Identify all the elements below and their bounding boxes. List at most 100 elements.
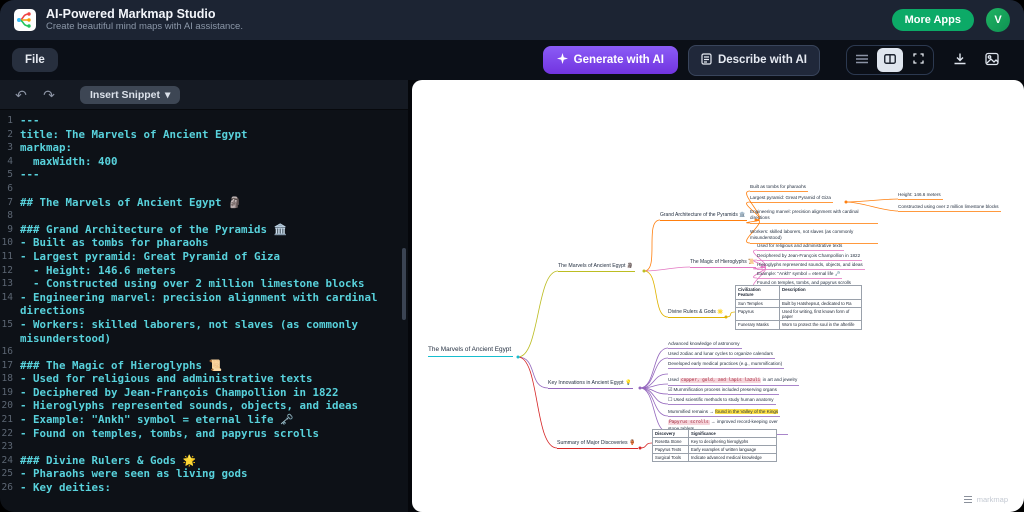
mindmap-node-divine[interactable]: Divine Rulers & Gods 🌟 — [668, 309, 725, 318]
line-text[interactable]: - Height: 146.6 meters — [20, 264, 408, 278]
table-cell: Rosetta Stone — [653, 438, 689, 446]
code-line[interactable]: 20- Hieroglyphs represented sounds, obje… — [0, 399, 408, 413]
code-line[interactable]: 17### The Magic of Hieroglyphs 📜 — [0, 359, 408, 373]
avatar[interactable]: V — [986, 8, 1010, 32]
download-icon — [953, 52, 967, 69]
code-line[interactable]: 24### Divine Rulers & Gods 🌟 — [0, 454, 408, 468]
line-number: 3 — [0, 141, 20, 155]
code-line[interactable]: 11- Largest pyramid: Great Pyramid of Gi… — [0, 250, 408, 264]
line-text[interactable]: - Pharaohs were seen as living gods — [20, 467, 408, 481]
line-text[interactable]: - Hieroglyphs represented sounds, object… — [20, 399, 408, 413]
inline-code: copper, gold, and lapis lazuli — [680, 378, 761, 383]
code-line[interactable]: 8 — [0, 209, 408, 223]
code-line[interactable]: 21- Example: "Ankh" symbol = eternal lif… — [0, 413, 408, 427]
line-text[interactable]: - Found on temples, tombs, and papyrus s… — [20, 427, 408, 441]
civilization-table: Civilization Feature Description Sun Tem… — [735, 285, 862, 330]
line-text[interactable]: - Workers: skilled laborers, not slaves … — [20, 318, 408, 345]
code-line[interactable]: 15- Workers: skilled laborers, not slave… — [0, 318, 408, 345]
code-line[interactable]: 6 — [0, 182, 408, 196]
line-text[interactable] — [20, 182, 408, 196]
mindmap-node-root[interactable]: The Marvels of Ancient Egypt — [428, 346, 513, 357]
line-text[interactable]: ## The Marvels of Ancient Egypt 🗿 — [20, 196, 408, 210]
describe-with-ai-label: Describe with AI — [718, 54, 807, 66]
code-line[interactable]: 25- Pharaohs were seen as living gods — [0, 467, 408, 481]
unchecked-checkbox-icon[interactable]: ☐ — [668, 397, 672, 403]
fullscreen-view-button[interactable] — [905, 48, 931, 72]
split-view-icon — [884, 51, 896, 69]
line-number: 21 — [0, 413, 20, 427]
fullscreen-icon — [913, 51, 924, 69]
toolbar-bars-icon[interactable] — [964, 496, 972, 503]
mindmap-leaf: Engineering marvel: precision alignment … — [750, 209, 878, 224]
split-view-button[interactable] — [877, 48, 903, 72]
line-text[interactable]: --- — [20, 114, 408, 128]
editor-scrollbar[interactable] — [402, 248, 406, 320]
code-line[interactable]: 16 — [0, 345, 408, 359]
code-line[interactable]: 26- Key deities: — [0, 481, 408, 495]
file-menu-button[interactable]: File — [12, 48, 58, 72]
code-line[interactable]: 23 — [0, 440, 408, 454]
line-text[interactable]: title: The Marvels of Ancient Egypt — [20, 128, 408, 142]
code-line[interactable]: 18- Used for religious and administrativ… — [0, 372, 408, 386]
code-line[interactable]: 4 maxWidth: 400 — [0, 155, 408, 169]
line-text[interactable]: markmap: — [20, 141, 408, 155]
line-number: 17 — [0, 359, 20, 373]
line-text[interactable]: - Example: "Ankh" symbol = eternal life … — [20, 413, 408, 427]
line-text[interactable]: ### Grand Architecture of the Pyramids 🏛… — [20, 223, 408, 237]
code-line[interactable]: 14- Engineering marvel: precision alignm… — [0, 291, 408, 318]
describe-with-ai-button[interactable]: Describe with AI — [688, 45, 820, 76]
code-line[interactable]: 19- Deciphered by Jean-François Champoll… — [0, 386, 408, 400]
line-text[interactable]: --- — [20, 168, 408, 182]
line-text[interactable]: - Constructed using over 2 million limes… — [20, 277, 408, 291]
line-text[interactable] — [20, 209, 408, 223]
more-apps-button[interactable]: More Apps — [892, 9, 974, 31]
generate-with-ai-button[interactable]: Generate with AI — [543, 46, 678, 74]
redo-icon[interactable]: ↷ — [38, 88, 60, 102]
code-line[interactable]: 2title: The Marvels of Ancient Egypt — [0, 128, 408, 142]
table-cell: Papyrus — [736, 307, 780, 321]
export-image-button[interactable] — [980, 48, 1004, 72]
code-line[interactable]: 9### Grand Architecture of the Pyramids … — [0, 223, 408, 237]
line-text[interactable]: - Largest pyramid: Great Pyramid of Giza — [20, 250, 408, 264]
line-text[interactable] — [20, 440, 408, 454]
line-text[interactable]: - Deciphered by Jean-François Champollio… — [20, 386, 408, 400]
line-text[interactable]: - Key deities: — [20, 481, 408, 495]
undo-icon[interactable]: ↶ — [10, 88, 32, 102]
line-text[interactable]: - Engineering marvel: precision alignmen… — [20, 291, 408, 318]
mindmap-node-summary[interactable]: Summary of Major Discoveries 🏺 — [557, 440, 638, 449]
code-line[interactable]: 3markmap: — [0, 141, 408, 155]
code-line[interactable]: 13 - Constructed using over 2 million li… — [0, 277, 408, 291]
mindmap-node-hieroglyphs[interactable]: The Magic of Hieroglyphs 📜 — [690, 259, 756, 268]
line-text[interactable]: - Used for religious and administrative … — [20, 372, 408, 386]
download-button[interactable] — [948, 48, 972, 72]
table-header: Civilization Feature — [736, 286, 780, 300]
editor-only-view-button[interactable] — [849, 48, 875, 72]
line-text[interactable]: ### The Magic of Hieroglyphs 📜 — [20, 359, 408, 373]
mindmap-canvas[interactable]: The Marvels of Ancient Egypt The Marvels… — [412, 80, 1024, 512]
line-number: 26 — [0, 481, 20, 495]
mindmap-leaf: Example: "Ankh" symbol = eternal life 🗝️ — [757, 271, 842, 279]
code-line[interactable]: 12 - Height: 146.6 meters — [0, 264, 408, 278]
markmap-brand-label[interactable]: markmap — [977, 495, 1008, 504]
table-cell: Papyrus Texts — [653, 446, 689, 454]
mindmap-node-architecture[interactable]: Grand Architecture of the Pyramids 🏛️ — [660, 212, 747, 221]
code-line[interactable]: 5--- — [0, 168, 408, 182]
line-text[interactable]: - Built as tombs for pharaohs — [20, 236, 408, 250]
code-line[interactable]: 7## The Marvels of Ancient Egypt 🗿 — [0, 196, 408, 210]
line-text[interactable]: ### Divine Rulers & Gods 🌟 — [20, 454, 408, 468]
code-editor[interactable]: 1--- 2title: The Marvels of Ancient Egyp… — [0, 110, 408, 512]
code-line[interactable]: 1--- — [0, 114, 408, 128]
mindmap-node-marvels[interactable]: The Marvels of Ancient Egypt 🗿 — [558, 263, 635, 272]
inline-code: Papyrus scrolls — [668, 420, 710, 425]
table-row: Funerary Masks Worn to protect the soul … — [736, 321, 862, 329]
line-text[interactable]: maxWidth: 400 — [20, 155, 408, 169]
insert-snippet-button[interactable]: Insert Snippet ▾ — [80, 86, 180, 104]
table-row: Papyrus Used for writing, first known fo… — [736, 307, 862, 321]
line-text[interactable] — [20, 345, 408, 359]
mindmap-node-innovations[interactable]: Key Innovations in Ancient Egypt 💡 — [548, 380, 633, 389]
code-line[interactable]: 22- Found on temples, tombs, and papyrus… — [0, 427, 408, 441]
table-cell: Sun Temples — [736, 299, 780, 307]
mindmap-leaf[interactable]: Largest pyramid: Great Pyramid of Giza — [750, 195, 833, 203]
code-line[interactable]: 10- Built as tombs for pharaohs — [0, 236, 408, 250]
checked-checkbox-icon[interactable]: ☑ — [668, 387, 672, 393]
